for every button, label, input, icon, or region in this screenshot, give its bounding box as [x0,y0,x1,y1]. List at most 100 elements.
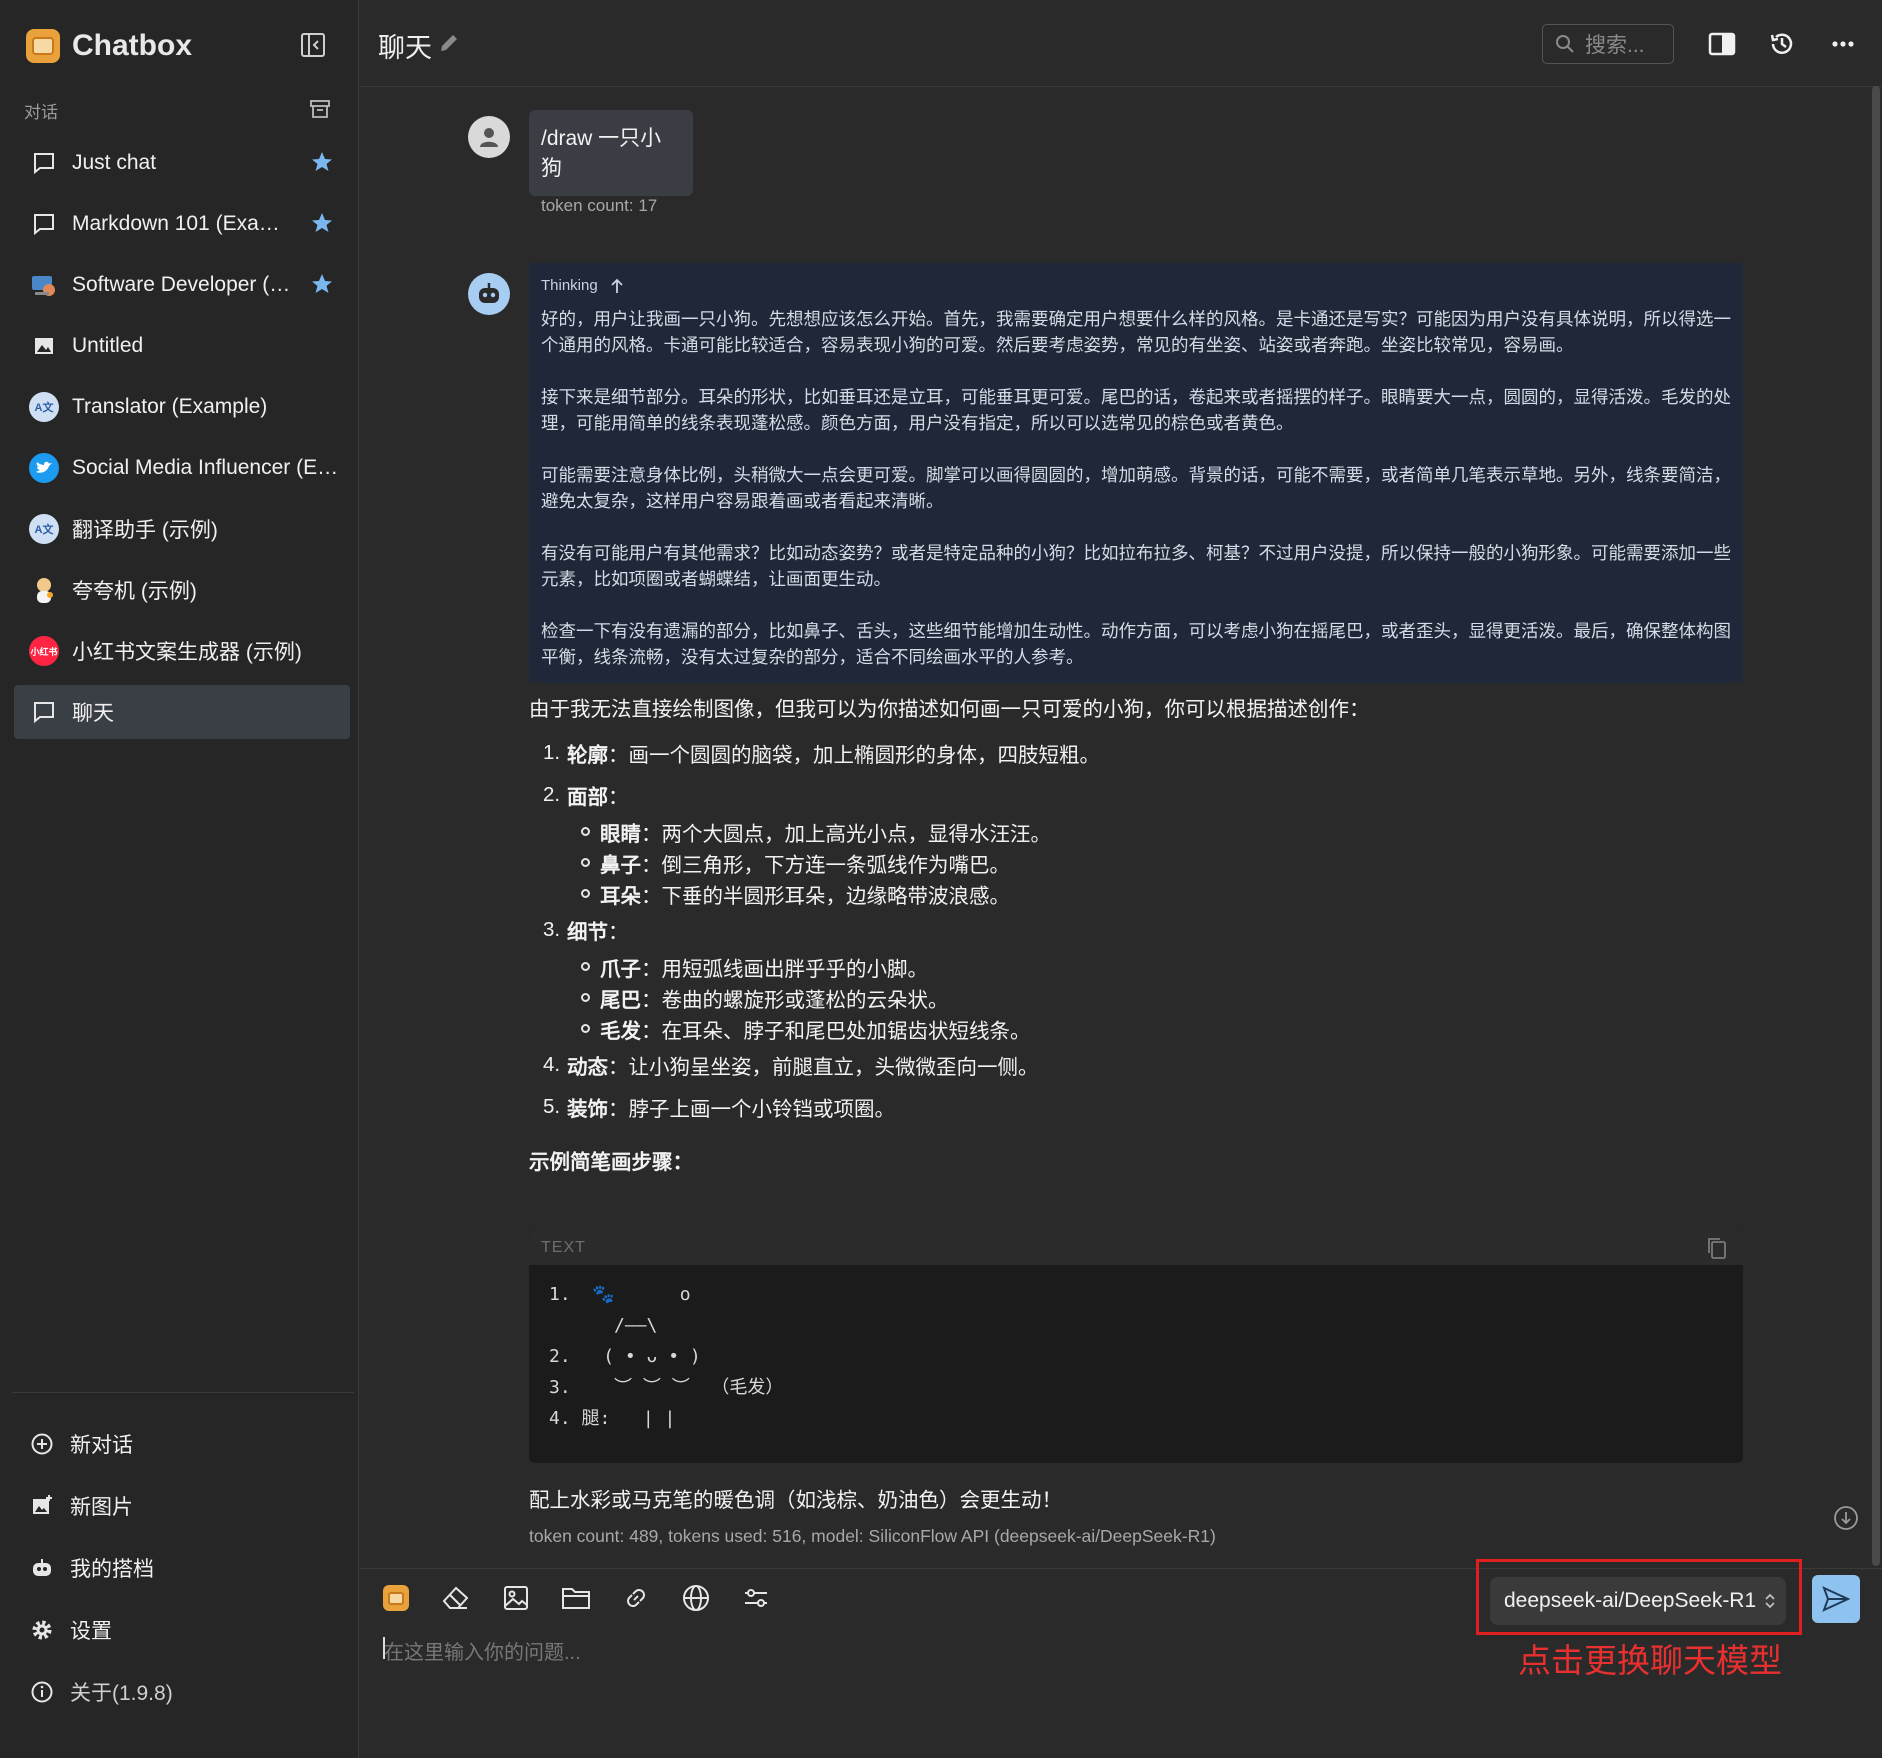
robot-icon [28,1554,56,1582]
collapse-sidebar-icon[interactable] [298,30,328,60]
user-token-info: token count: 17 [541,196,658,215]
user-message-text: /draw 一只小狗 [541,127,662,180]
translator-avatar-icon: A文 [28,391,60,423]
scrollbar[interactable] [1872,86,1880,1566]
conversation-label: Markdown 101 (Example) [72,212,297,235]
sidebar-footer: 新对话 新图片 我的搭档 设置 关于(1.9.8) [12,1392,354,1723]
xiaohongshu-avatar-icon: 小红书 [28,635,60,667]
answer-intro: 由于我无法直接绘制图像，但我可以为你描述如何画一只可爱的小狗，你可以根据描述创作… [529,698,1370,721]
list-item: 4. 动态 ：让小狗呈坐姿，前腿直立，头微微歪向一侧。 [543,1053,1039,1079]
assistant-avatar-icon [468,273,510,315]
conversations-section-label: 对话 [24,103,58,122]
chat-bubble-icon [28,208,60,240]
code-content: 1. 🐾 o /——\ 2. ( • ᴗ • ) 3. ︶ ︶ ︶ （毛发） 4. 腿… [529,1265,1743,1448]
conversation-item[interactable]: Social Media Influencer (Example) [14,441,350,495]
search-icon [1556,35,1574,53]
arrow-up-icon [611,278,623,293]
folder-icon[interactable] [560,1582,592,1614]
settings-sliders-icon[interactable] [740,1582,772,1614]
chat-header: 聊天 搜索... [360,0,1882,87]
code-line: 1. 🐾 o [549,1284,691,1305]
list-item: 5. 装饰 ：脖子上画一个小铃铛或项圈。 [543,1095,895,1121]
eraser-icon[interactable] [440,1582,472,1614]
conversation-item[interactable]: 小红书 小红书文案生成器 (示例) [14,624,350,678]
info-icon [28,1678,56,1706]
scroll-to-bottom-icon[interactable] [1833,1505,1859,1531]
model-name: deepseek-ai/DeepSeek-R1 [1504,1589,1757,1612]
conversation-label: Untitled [72,334,144,357]
history-icon[interactable] [1766,28,1798,60]
conversation-label: 聊天 [72,702,114,725]
sub-list-item: 尾巴 ：卷曲的螺旋形或蓬松的云朵状。 [529,982,1743,1013]
thinking-label: Thinking [541,277,598,294]
copy-icon[interactable] [1705,1236,1729,1260]
conversation-label: Translator (Example) [72,395,268,418]
sub-list-item: 眼睛 ：两个大圆点，加上高光小点，显得水汪汪。 [529,816,1743,847]
globe-icon[interactable] [680,1582,712,1614]
user-avatar-icon [468,116,510,158]
thinking-paragraph: 可能需要注意身体比例，头稍微大一点会更可爱。脚掌可以画得圆圆的，增加萌感。背景的… [541,465,1731,511]
edit-pencil-icon[interactable] [438,32,462,56]
chat-bubble-icon [28,147,60,179]
list-item: 2. 面部： [543,783,629,809]
conversation-item[interactable]: Just chat [14,136,350,190]
star-icon[interactable] [310,272,334,296]
conversation-item[interactable]: Markdown 101 (Example) [14,197,350,251]
new-image-button[interactable]: 新图片 [12,1475,354,1537]
about-label: 关于(1.9.8) [70,1682,173,1705]
chatbox-logo-icon [26,29,60,63]
my-copilots-button[interactable]: 我的搭档 [12,1537,354,1599]
conversation-label: 夸夸机 (示例) [72,580,197,603]
star-icon[interactable] [310,150,334,174]
new-chat-button[interactable]: 新对话 [12,1413,354,1475]
code-line: 4. 腿: | | [549,1408,676,1429]
image-upload-icon[interactable] [500,1582,532,1614]
settings-button[interactable]: 设置 [12,1599,354,1661]
thinking-paragraph: 有没有可能用户有其他需求？比如动态姿势？或者是特定品种的小狗？比如拉布拉多、柯基… [541,543,1731,589]
link-icon[interactable] [620,1582,652,1614]
thinking-paragraph: 接下来是细节部分。耳朵的形状，比如垂耳还是立耳，可能垂耳更可爱。尾巴的话，卷起来… [541,387,1731,433]
conversation-item[interactable]: A文 Translator (Example) [14,380,350,434]
app-title: Chatbox [72,29,192,62]
code-line: 3. ︶ ︶ ︶ （毛发） [549,1377,784,1398]
list-item: 3. 细节： [543,918,629,944]
gear-icon [28,1616,56,1644]
thinking-toggle[interactable]: Thinking [541,277,1731,294]
conversation-item[interactable]: Untitled [14,319,350,373]
code-line: 2. ( • ᴗ • ) [549,1346,701,1367]
conversation-list: Just chat Markdown 101 (Example) Softwar… [14,136,350,746]
conversation-label: Just chat [72,151,157,174]
user-message: /draw 一只小狗 token count: 17 [529,110,693,215]
message-meta: token count: 489, tokens used: 516, mode… [529,1526,1216,1546]
split-view-icon[interactable] [1706,28,1738,60]
about-button[interactable]: 关于(1.9.8) [12,1661,354,1723]
cheer-avatar-icon [28,574,60,606]
image-icon [28,330,60,362]
archive-icon[interactable] [308,97,332,121]
translator-avatar-icon: A文 [28,513,60,545]
search-input[interactable]: 搜索... [1542,24,1674,64]
chat-title: 聊天 [378,33,432,63]
code-language-label: TEXT [541,1239,586,1256]
model-selector[interactable]: deepseek-ai/DeepSeek-R1 [1490,1577,1786,1625]
brand: Chatbox [26,26,192,66]
conversation-item[interactable]: Software Developer (Example) [14,258,350,312]
thinking-panel: Thinking 好的，用户让我画一只小狗。先想想应该怎么开始。首先，我需要确定… [529,263,1743,683]
twitter-avatar-icon [28,452,60,484]
conversation-item-active[interactable]: 聊天 [14,685,350,739]
star-icon[interactable] [310,211,334,235]
thinking-paragraph: 好的，用户让我画一只小狗。先想想应该怎么开始。首先，我需要确定用户想要什么样的风… [541,309,1731,355]
conversation-item[interactable]: A文 翻译助手 (示例) [14,502,350,556]
send-button[interactable] [1812,1575,1860,1623]
more-options-icon[interactable] [1827,28,1859,60]
my-copilots-label: 我的搭档 [70,1558,154,1581]
sub-list-item: 耳朵 ：下垂的半圆形耳朵，边缘略带波浪感。 [529,878,1743,909]
conversation-label: 翻译助手 (示例) [72,519,218,542]
code-line: /——\ [549,1315,658,1336]
sub-list-item: 毛发 ：在耳朵、脖子和尾巴处加锯齿状短线条。 [529,1013,1743,1044]
conversation-label: Social Media Influencer (Example) [72,456,342,479]
copilot-avatar-icon[interactable] [380,1582,412,1614]
message-input[interactable]: 在这里输入你的问题... [384,1636,581,1665]
add-image-icon [28,1492,56,1520]
conversation-item[interactable]: 夸夸机 (示例) [14,563,350,617]
